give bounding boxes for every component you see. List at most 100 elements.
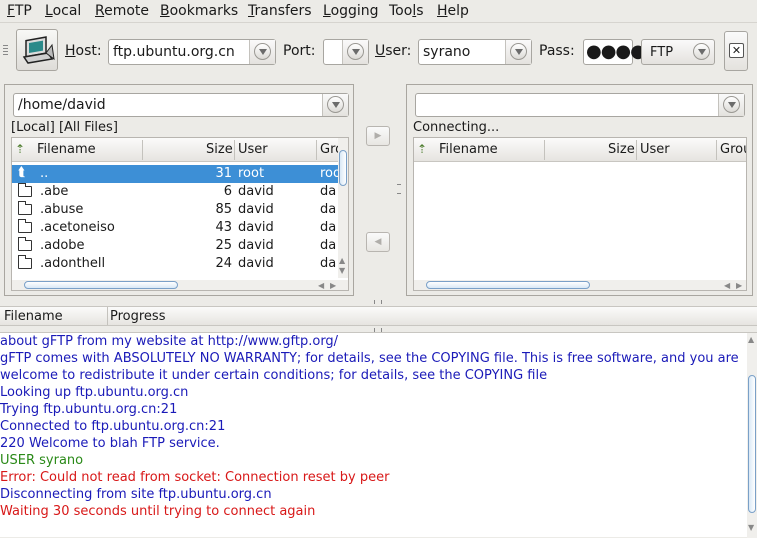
chevron-down-icon xyxy=(728,102,736,108)
folder-icon xyxy=(18,201,32,215)
scroll-up-icon[interactable]: ▲ xyxy=(339,256,345,265)
pane-splitter[interactable] xyxy=(397,184,401,194)
local-path-dropdown[interactable] xyxy=(322,94,348,116)
computer-connect-icon xyxy=(22,36,55,64)
sort-icon[interactable]: ⇡ xyxy=(417,142,427,156)
remote-horizontal-scrollbar[interactable]: ◀ ▶ xyxy=(414,280,746,290)
row-filename: .adobe xyxy=(40,238,85,253)
local-horizontal-scrollbar[interactable]: ◀ ▶ xyxy=(12,280,348,290)
log-line: Trying ftp.ubuntu.org.cn:21 xyxy=(0,402,178,417)
pass-label: Pass: xyxy=(539,43,575,59)
col-size[interactable]: Size xyxy=(608,142,635,157)
scroll-down-icon[interactable]: ▼ xyxy=(339,266,345,275)
remote-file-list[interactable]: ⇡ Filename Size User Grou ◀ ▶ xyxy=(413,137,747,291)
menu-ftp[interactable]: FTP xyxy=(7,3,32,19)
local-path-input[interactable]: /home/david xyxy=(18,97,106,113)
scroll-thumb[interactable] xyxy=(339,150,347,186)
stop-button[interactable]: ✕ xyxy=(724,31,748,71)
scroll-right-icon[interactable]: ▶ xyxy=(736,281,742,290)
row-user: david xyxy=(238,184,274,199)
log-line: Waiting 30 seconds until trying to conne… xyxy=(0,504,316,519)
folder-icon xyxy=(18,183,32,197)
folder-icon xyxy=(18,237,32,251)
queue-col-filename[interactable]: Filename xyxy=(4,309,63,324)
port-dropdown-button[interactable] xyxy=(342,40,368,64)
password-dots: ●●●● xyxy=(586,41,646,62)
remote-list-header: ⇡ Filename Size User Grou xyxy=(414,138,746,162)
log-line: 220 Welcome to blah FTP service. xyxy=(0,436,220,451)
table-row[interactable]: ⮬ .. 31 root roo xyxy=(12,165,348,183)
local-list-header: ⇡ Filename Size User Gro xyxy=(12,138,348,162)
folder-icon xyxy=(18,255,32,269)
local-file-list[interactable]: ⇡ Filename Size User Gro ⮬ .. 31 root ro… xyxy=(11,137,349,291)
host-input[interactable]: ftp.ubuntu.org.cn xyxy=(113,44,235,60)
log-line: Error: Could not read from socket: Conne… xyxy=(0,470,390,485)
port-label: Port: xyxy=(283,43,316,59)
col-user[interactable]: User xyxy=(238,142,268,157)
menu-transfers[interactable]: Transfers xyxy=(248,3,312,19)
menu-help[interactable]: Help xyxy=(437,3,469,19)
scroll-left-icon[interactable]: ◀ xyxy=(724,281,730,290)
toolbar-grip[interactable] xyxy=(3,45,8,57)
chevron-down-icon xyxy=(259,49,267,55)
scroll-down-icon[interactable]: ▼ xyxy=(748,523,754,532)
menu-bookmarks[interactable]: Bookmarks xyxy=(160,3,238,19)
row-group: da xyxy=(320,184,337,199)
row-user: david xyxy=(238,256,274,271)
col-group[interactable]: Grou xyxy=(720,142,746,157)
scroll-right-icon[interactable]: ▶ xyxy=(330,281,336,290)
user-dropdown-button[interactable] xyxy=(505,40,531,64)
user-input[interactable]: syrano xyxy=(423,44,470,60)
log-view[interactable]: about gFTP from my website at http://www… xyxy=(0,332,757,538)
user-label: User: xyxy=(375,43,412,59)
row-group: da xyxy=(320,202,337,217)
scroll-thumb[interactable] xyxy=(426,281,590,289)
col-filename[interactable]: Filename xyxy=(439,142,498,157)
upload-button[interactable]: ▶ xyxy=(366,126,390,146)
sort-icon[interactable]: ⇡ xyxy=(15,142,25,156)
host-combo[interactable]: ftp.ubuntu.org.cn xyxy=(108,39,276,65)
menu-logging[interactable]: Logging xyxy=(323,3,379,19)
arrow-right-icon: ▶ xyxy=(374,131,382,141)
scroll-up-icon[interactable]: ▲ xyxy=(748,335,754,344)
remote-path-combo[interactable] xyxy=(415,93,745,117)
download-button[interactable]: ◀ xyxy=(366,232,390,252)
table-row[interactable]: .abe 6 david da xyxy=(12,183,348,201)
host-label: Host: xyxy=(65,43,102,59)
port-combo[interactable] xyxy=(323,39,369,65)
log-vertical-scrollbar[interactable]: ▲ ▼ xyxy=(747,333,757,538)
folder-icon xyxy=(18,219,32,233)
row-size: 24 xyxy=(215,256,232,271)
scroll-thumb[interactable] xyxy=(24,281,178,289)
log-line: about gFTP from my website at http://www… xyxy=(0,334,339,349)
connect-button[interactable] xyxy=(16,29,58,71)
remote-path-dropdown[interactable] xyxy=(718,94,744,116)
user-combo[interactable]: syrano xyxy=(418,39,532,65)
local-vertical-scrollbar[interactable]: ▲ ▼ xyxy=(338,138,348,278)
host-dropdown-button[interactable] xyxy=(249,40,275,64)
table-row[interactable]: .adobe 25 david da xyxy=(12,237,348,255)
menu-remote[interactable]: Remote xyxy=(95,3,149,19)
local-path-combo[interactable]: /home/david xyxy=(13,93,349,117)
log-line: welcome to redistribute it under certain… xyxy=(0,368,548,383)
col-user[interactable]: User xyxy=(640,142,670,157)
horizontal-splitter[interactable] xyxy=(374,300,382,304)
queue-col-progress[interactable]: Progress xyxy=(110,309,165,324)
password-field[interactable]: ●●●● xyxy=(583,39,646,65)
scroll-left-icon[interactable]: ◀ xyxy=(318,281,324,290)
table-row[interactable]: .acetoneiso 43 david da xyxy=(12,219,348,237)
connection-toolbar: Host: ftp.ubuntu.org.cn Port: User: syra… xyxy=(0,22,757,78)
row-size: 85 xyxy=(215,202,232,217)
table-row[interactable]: .adonthell 24 david da xyxy=(12,255,348,273)
table-row[interactable]: .abuse 85 david da xyxy=(12,201,348,219)
col-filename[interactable]: Filename xyxy=(37,142,96,157)
chevron-down-icon xyxy=(352,49,360,55)
log-line: Disconnecting from site ftp.ubuntu.org.c… xyxy=(0,487,272,502)
row-user: david xyxy=(238,202,274,217)
protocol-select[interactable]: FTP xyxy=(641,39,715,65)
scroll-thumb[interactable] xyxy=(748,375,756,513)
col-size[interactable]: Size xyxy=(206,142,233,157)
menu-local[interactable]: Local xyxy=(45,3,81,19)
menu-tools[interactable]: Tools xyxy=(389,3,424,19)
row-group: da xyxy=(320,256,337,271)
